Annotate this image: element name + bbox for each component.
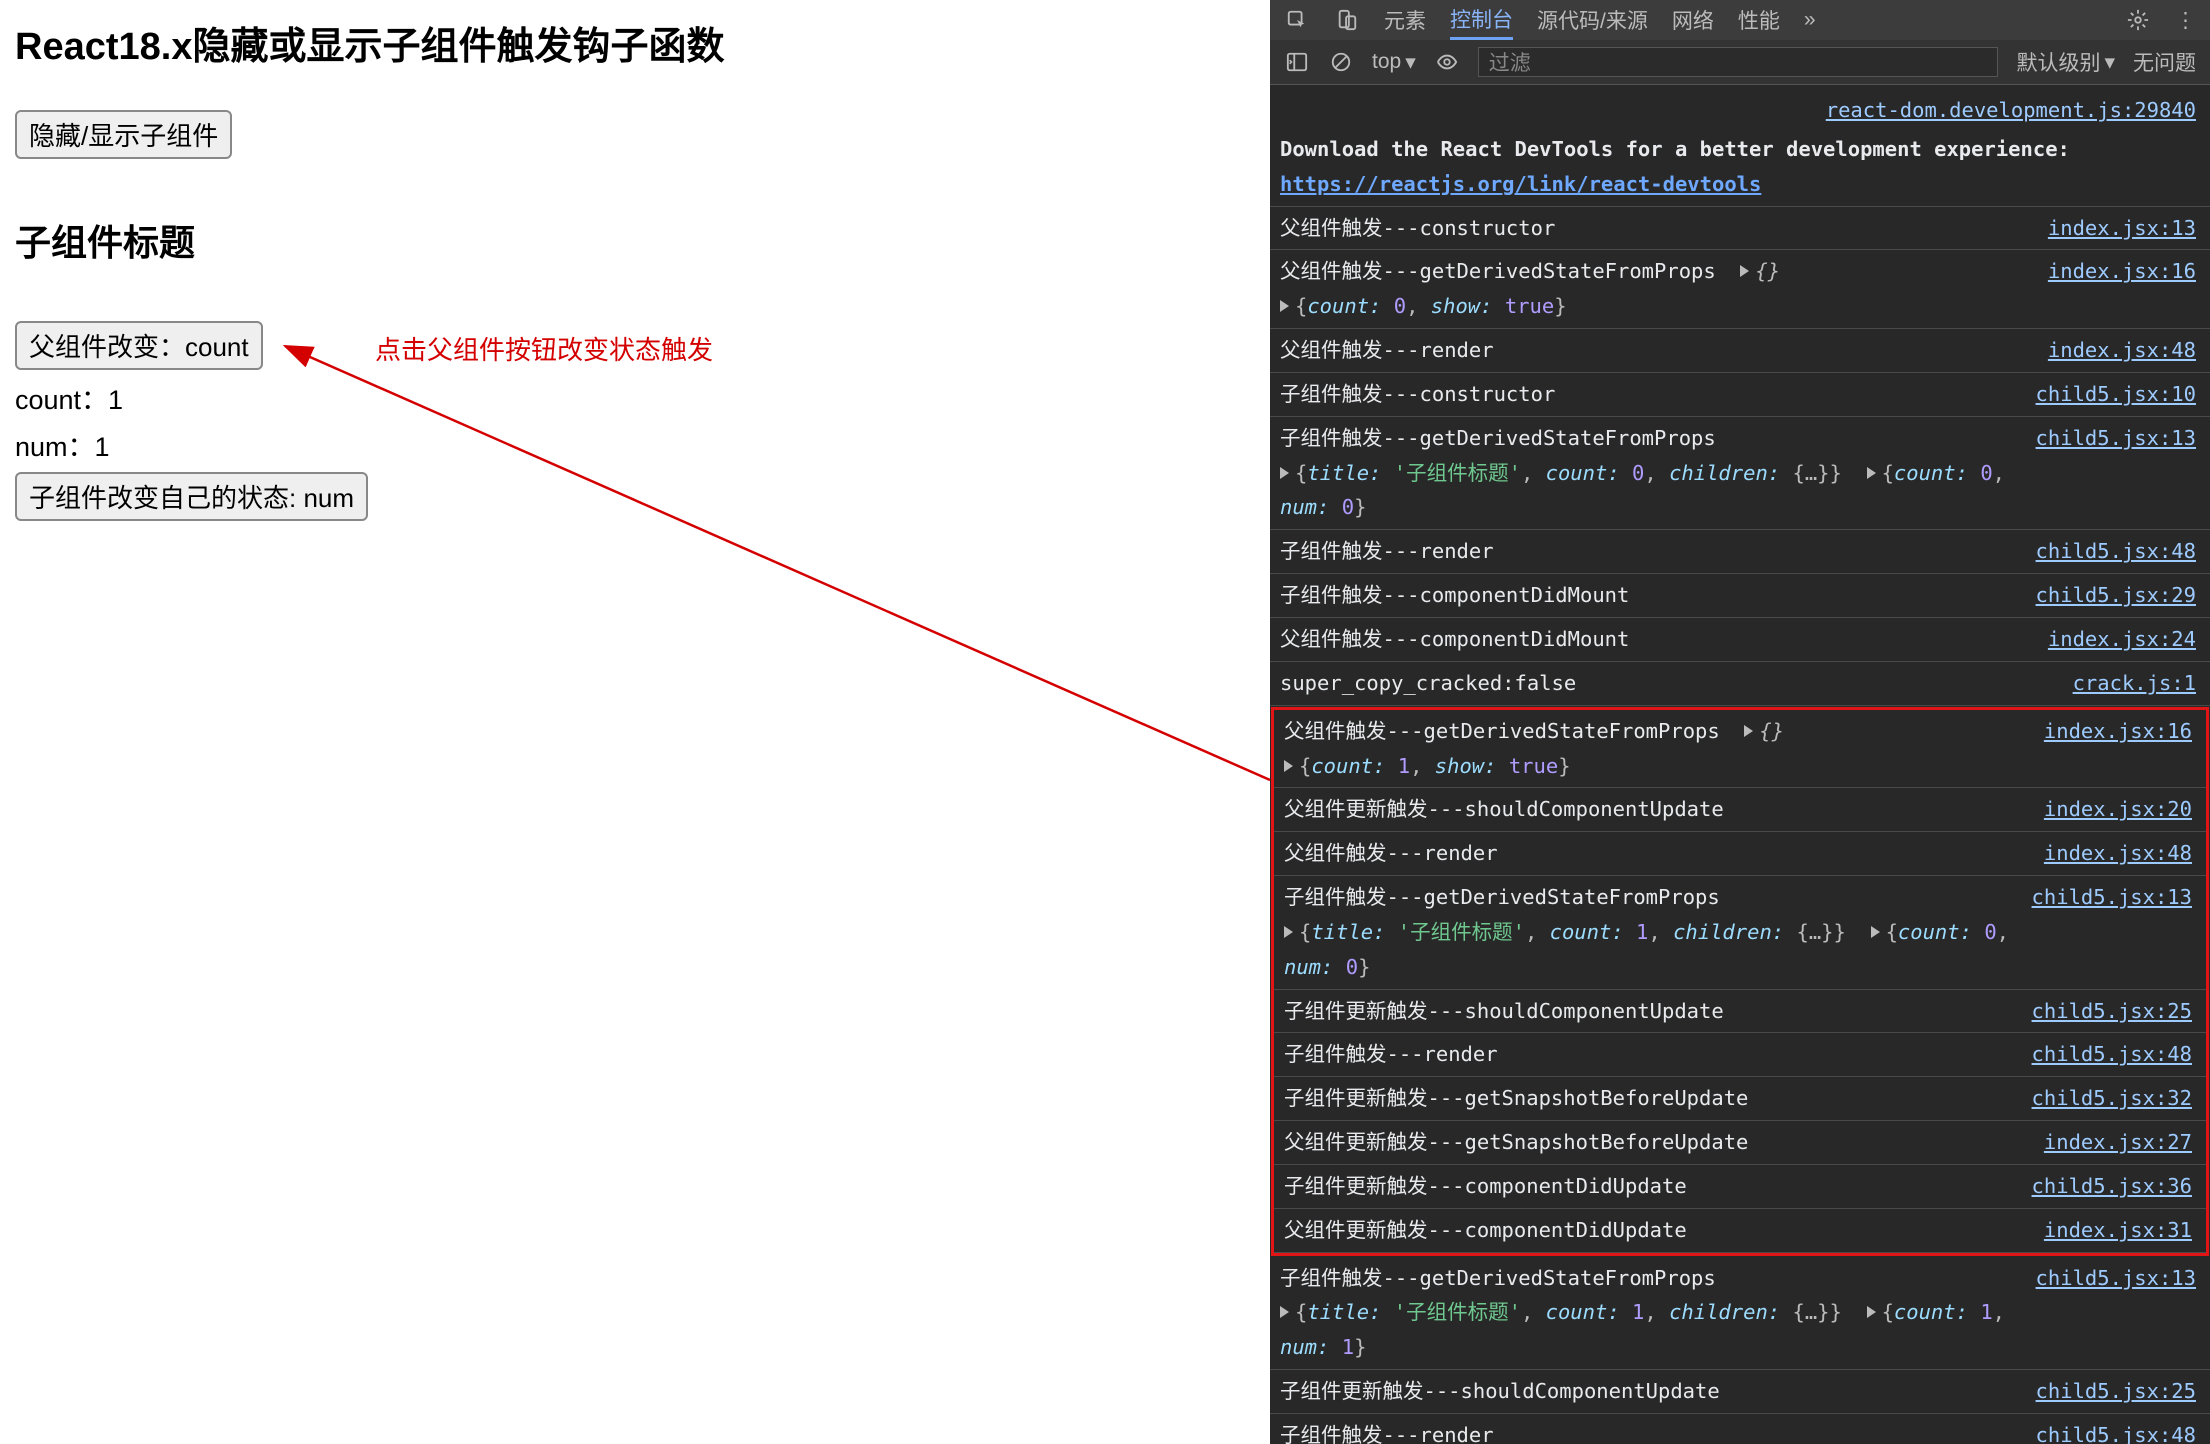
app-page: React18.x隐藏或显示子组件触发钩子函数 隐藏/显示子组件 子组件标题 父… <box>0 0 1270 1444</box>
console-log-row: 父组件触发---componentDidMountindex.jsx:24 <box>1270 618 2210 662</box>
log-src-link[interactable]: child5.jsx:25 <box>2032 994 2192 1029</box>
console-toolbar: top ▾ 过滤 默认级别 ▾ 无问题 <box>1270 40 2210 85</box>
annotation-text: 点击父组件按钮改变状态触发 <box>375 330 713 367</box>
console-log-row: super_copy_cracked:falsecrack.js:1 <box>1270 662 2210 706</box>
log-src-link[interactable]: child5.jsx:13 <box>2036 1261 2196 1366</box>
clear-console-icon[interactable] <box>1328 49 1354 75</box>
log-src-link[interactable]: index.jsx:20 <box>2044 792 2192 827</box>
log-src-link[interactable]: child5.jsx:48 <box>2036 1418 2196 1444</box>
count-value-label: count：1 <box>15 378 1255 417</box>
tab-network[interactable]: 网络 <box>1672 5 1714 35</box>
console-log-row: 子组件更新触发---shouldComponentUpdatechild5.js… <box>1270 1370 2210 1414</box>
console-log-row: 子组件更新触发---shouldComponentUpdatechild5.js… <box>1274 990 2206 1034</box>
settings-gear-icon[interactable] <box>2125 7 2151 33</box>
tab-performance[interactable]: 性能 <box>1738 5 1780 35</box>
console-sidebar-toggle-icon[interactable] <box>1284 49 1310 75</box>
chevron-down-icon: ▾ <box>1405 50 1416 75</box>
console-log-area: react-dom.development.js:29840 Download … <box>1270 85 2210 1444</box>
log-src-link[interactable]: crack.js:1 <box>2073 666 2196 701</box>
parent-change-count-button[interactable]: 父组件改变：count <box>15 321 263 370</box>
devtools-banner: Download the React DevTools for a better… <box>1270 128 2210 207</box>
log-src-link[interactable]: child5.jsx:32 <box>2032 1081 2192 1116</box>
context-selector[interactable]: top ▾ <box>1372 50 1416 75</box>
log-src-link[interactable]: child5.jsx:48 <box>2032 1037 2192 1072</box>
inspect-element-icon[interactable] <box>1284 7 1310 33</box>
log-source-link-row: react-dom.development.js:29840 <box>1270 85 2210 128</box>
console-log-row: 子组件更新触发---componentDidUpdatechild5.jsx:3… <box>1274 1165 2206 1209</box>
issues-status[interactable]: 无问题 <box>2133 47 2196 77</box>
filter-input[interactable]: 过滤 <box>1478 47 1999 77</box>
console-log-row: 父组件触发---renderindex.jsx:48 <box>1270 329 2210 373</box>
log-src-link[interactable]: index.jsx:48 <box>2044 836 2192 871</box>
console-log-row: 子组件更新触发---getSnapshotBeforeUpdatechild5.… <box>1274 1077 2206 1121</box>
tab-console[interactable]: 控制台 <box>1450 0 1513 40</box>
num-value-label: num：1 <box>15 425 1255 464</box>
console-log-row: 父组件触发---getDerivedStateFromProps {}{coun… <box>1274 710 2206 789</box>
log-src-link[interactable]: child5.jsx:25 <box>2036 1374 2196 1409</box>
log-src-link[interactable]: child5.jsx:10 <box>2036 377 2196 412</box>
console-log-row: 父组件触发---constructorindex.jsx:13 <box>1270 207 2210 251</box>
more-tabs-icon[interactable]: » <box>1804 8 1816 32</box>
console-log-row: 子组件触发---renderchild5.jsx:48 <box>1270 530 2210 574</box>
log-level-selector[interactable]: 默认级别 ▾ <box>2016 47 2115 77</box>
console-log-row: 子组件触发---constructorchild5.jsx:10 <box>1270 373 2210 417</box>
log-src-link[interactable]: index.jsx:31 <box>2044 1213 2192 1248</box>
log-src-link[interactable]: index.jsx:27 <box>2044 1125 2192 1160</box>
log-src-link[interactable]: child5.jsx:13 <box>2036 421 2196 526</box>
live-expression-icon[interactable] <box>1434 49 1460 75</box>
console-log-row: 子组件触发---renderchild5.jsx:48 <box>1270 1414 2210 1444</box>
log-src-link[interactable]: index.jsx:16 <box>2048 254 2196 324</box>
log-src-link[interactable]: child5.jsx:36 <box>2032 1169 2192 1204</box>
chevron-down-icon: ▾ <box>2104 50 2115 75</box>
tab-sources[interactable]: 源代码/来源 <box>1537 5 1648 35</box>
child-component-title: 子组件标题 <box>15 214 1255 266</box>
react-devtools-link[interactable]: https://reactjs.org/link/react-devtools <box>1280 172 1761 196</box>
log-src-link[interactable]: child5.jsx:48 <box>2036 534 2196 569</box>
console-log-row: 父组件更新触发---shouldComponentUpdateindex.jsx… <box>1274 788 2206 832</box>
log-src-link[interactable]: index.jsx:13 <box>2048 211 2196 246</box>
page-title: React18.x隐藏或显示子组件触发钩子函数 <box>15 15 1255 70</box>
devtools-panel: 元素 控制台 源代码/来源 网络 性能 » ⋮ top ▾ 过滤 默认级别 ▾ … <box>1270 0 2210 1444</box>
console-log-row: 父组件更新触发---getSnapshotBeforeUpdateindex.j… <box>1274 1121 2206 1165</box>
toggle-child-button[interactable]: 隐藏/显示子组件 <box>15 110 232 159</box>
tab-elements[interactable]: 元素 <box>1384 5 1426 35</box>
console-log-row: 子组件触发---getDerivedStateFromProps{title: … <box>1270 1257 2210 1371</box>
devtools-tab-bar: 元素 控制台 源代码/来源 网络 性能 » ⋮ <box>1270 0 2210 40</box>
log-src-link[interactable]: react-dom.development.js:29840 <box>1826 93 2196 128</box>
console-log-row: 子组件触发---getDerivedStateFromProps{title: … <box>1274 876 2206 990</box>
console-log-row: 父组件触发---getDerivedStateFromProps {}{coun… <box>1270 250 2210 329</box>
device-toolbar-icon[interactable] <box>1334 7 1360 33</box>
log-src-link[interactable]: index.jsx:48 <box>2048 333 2196 368</box>
devtools-menu-icon[interactable]: ⋮ <box>2175 8 2196 33</box>
console-log-row: 父组件更新触发---componentDidUpdateindex.jsx:31 <box>1274 1209 2206 1253</box>
console-log-row: 子组件触发---componentDidMountchild5.jsx:29 <box>1270 574 2210 618</box>
child-change-num-button[interactable]: 子组件改变自己的状态: num <box>15 472 368 521</box>
highlighted-log-group: 父组件触发---getDerivedStateFromProps {}{coun… <box>1271 707 2209 1256</box>
log-src-link[interactable]: child5.jsx:29 <box>2036 578 2196 613</box>
log-src-link[interactable]: child5.jsx:13 <box>2032 880 2192 985</box>
log-src-link[interactable]: index.jsx:16 <box>2044 714 2192 784</box>
console-log-row: 父组件触发---renderindex.jsx:48 <box>1274 832 2206 876</box>
console-log-row: 子组件触发---getDerivedStateFromProps{title: … <box>1270 417 2210 531</box>
console-log-row: 子组件触发---renderchild5.jsx:48 <box>1274 1033 2206 1077</box>
log-src-link[interactable]: index.jsx:24 <box>2048 622 2196 657</box>
